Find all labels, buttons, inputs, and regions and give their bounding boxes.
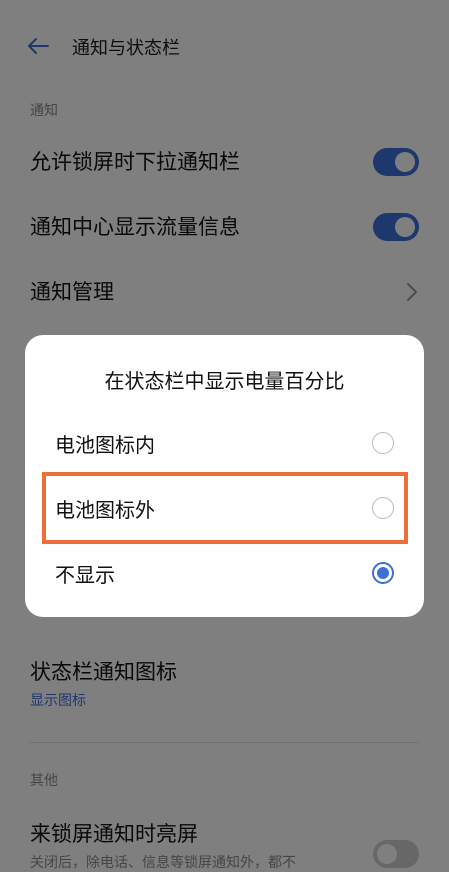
option-hide[interactable]: 不显示 [25,545,424,601]
option-label: 电池图标内 [55,433,155,457]
highlight-annotation-box [42,472,408,544]
option-label: 不显示 [55,563,115,587]
radio-checked[interactable] [372,562,394,584]
radio-dot [377,567,389,579]
option-inside-battery-icon[interactable]: 电池图标内 [25,415,424,471]
radio-unchecked[interactable] [372,432,394,454]
dialog-title: 在状态栏中显示电量百分比 [104,369,345,393]
